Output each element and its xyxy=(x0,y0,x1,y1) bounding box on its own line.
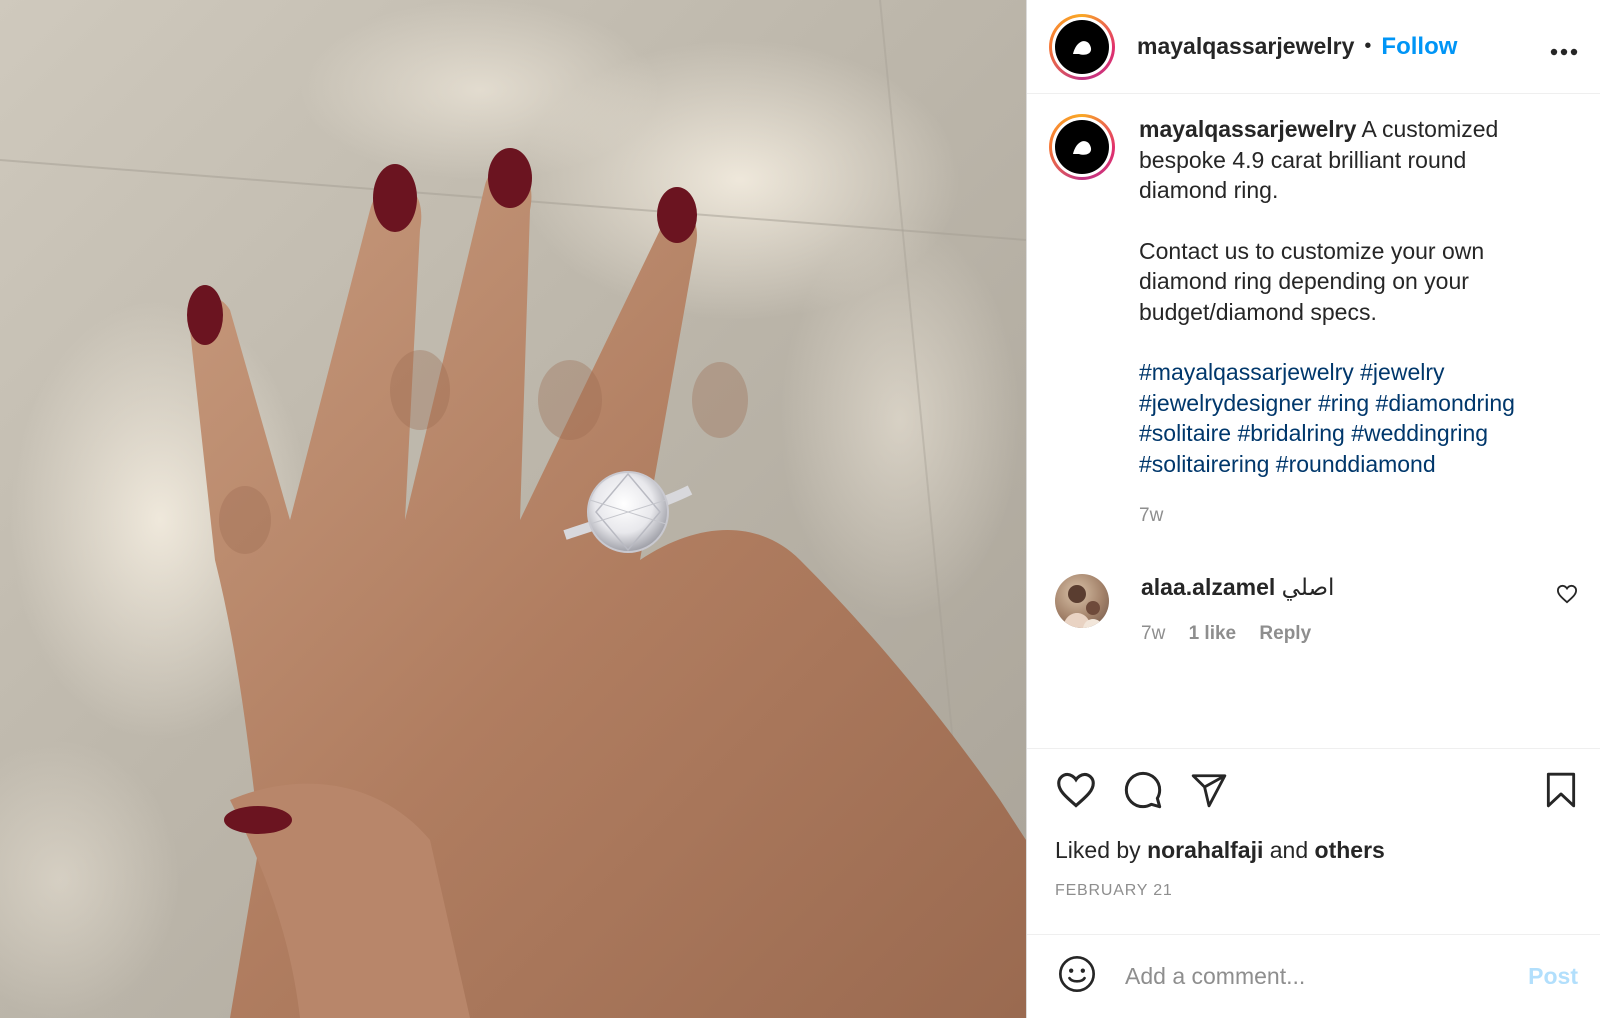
bookmark-icon xyxy=(1546,772,1576,807)
caption-body: mayalqassarjewelry A customized bespoke … xyxy=(1139,114,1559,532)
post-actions: Liked by norahalfaji and others FEBRUARY… xyxy=(1027,748,1600,934)
hashtag[interactable]: #weddingring xyxy=(1351,420,1488,446)
caption-avatar[interactable] xyxy=(1049,114,1115,180)
profile-avatar[interactable] xyxy=(1049,13,1115,80)
save-button[interactable] xyxy=(1544,771,1578,814)
hand-ring-illustration xyxy=(0,0,1026,1018)
comments-section[interactable]: mayalqassarjewelry A customized bespoke … xyxy=(1027,94,1600,748)
follow-button[interactable]: Follow xyxy=(1381,33,1457,61)
emoji-button[interactable] xyxy=(1057,954,1097,999)
hashtag[interactable]: #rounddiamond xyxy=(1276,451,1436,477)
emoji-icon xyxy=(1059,956,1095,992)
caption: mayalqassarjewelry A customized bespoke … xyxy=(1049,114,1578,532)
header-separator: • xyxy=(1364,35,1372,57)
header-username[interactable]: mayalqassarjewelry xyxy=(1137,33,1354,60)
likes-and: and xyxy=(1269,837,1309,863)
caption-hashtags: #mayalqassarjewelry #jewelry #jewelrydes… xyxy=(1139,357,1559,479)
brand-logo-icon xyxy=(1055,19,1109,74)
post-header: mayalqassarjewelry • Follow xyxy=(1027,0,1600,94)
hashtag[interactable]: #diamondring xyxy=(1376,390,1515,416)
reply-button[interactable]: Reply xyxy=(1259,623,1311,644)
post-date[interactable]: FEBRUARY 21 xyxy=(1055,882,1578,900)
heart-icon xyxy=(1057,772,1095,808)
comment-like-button[interactable] xyxy=(1556,584,1578,609)
hashtag[interactable]: #solitairering xyxy=(1139,451,1269,477)
hashtag[interactable]: #jewelry xyxy=(1360,359,1444,385)
comment-icon xyxy=(1124,771,1162,808)
commenter-avatar[interactable] xyxy=(1055,573,1109,628)
comment-input[interactable] xyxy=(1123,962,1529,991)
comment-time[interactable]: 7w xyxy=(1141,623,1165,644)
comment: alaa.alzamel اصلي 7w 1 like Reply xyxy=(1049,573,1578,645)
comment-username[interactable]: alaa.alzamel xyxy=(1141,574,1275,600)
add-comment-bar: Post xyxy=(1027,934,1600,1018)
caption-username[interactable]: mayalqassarjewelry xyxy=(1139,116,1356,142)
share-button[interactable] xyxy=(1189,771,1229,814)
post-comment-button[interactable]: Post xyxy=(1528,963,1578,990)
likes-summary: Liked by norahalfaji and others xyxy=(1055,837,1578,864)
like-button[interactable] xyxy=(1055,771,1097,814)
hashtag[interactable]: #bridalring xyxy=(1237,420,1344,446)
logo-glyph-icon xyxy=(1073,141,1092,155)
small-heart-icon xyxy=(1556,584,1578,603)
paper-plane-icon xyxy=(1191,773,1227,807)
likes-prefix: Liked by xyxy=(1055,837,1141,863)
more-options-button[interactable] xyxy=(1550,30,1578,64)
brand-logo-icon xyxy=(1055,120,1109,174)
hashtag[interactable]: #mayalqassarjewelry xyxy=(1139,359,1354,385)
liked-by-user[interactable]: norahalfaji xyxy=(1147,837,1263,863)
more-icon xyxy=(1550,48,1578,55)
hashtag[interactable]: #solitaire xyxy=(1139,420,1231,446)
hashtag[interactable]: #jewelrydesigner xyxy=(1139,390,1312,416)
likes-others-link[interactable]: others xyxy=(1315,837,1385,863)
caption-text-2: Contact us to customize your own diamond… xyxy=(1139,237,1485,325)
comment-meta: 7w 1 like Reply xyxy=(1141,623,1334,645)
logo-glyph-icon xyxy=(1073,40,1092,55)
post-sidebar: mayalqassarjewelry • Follow mayalqassarj… xyxy=(1026,0,1600,1018)
comment-likes[interactable]: 1 like xyxy=(1189,623,1237,644)
hashtag[interactable]: #ring xyxy=(1318,390,1369,416)
instagram-post: mayalqassarjewelry • Follow mayalqassarj… xyxy=(0,0,1600,1018)
comment-button[interactable] xyxy=(1123,770,1163,815)
comment-text: اصلي xyxy=(1281,573,1335,600)
avatar-photo-icon xyxy=(1063,584,1103,628)
post-photo[interactable] xyxy=(0,0,1026,1018)
caption-timestamp[interactable]: 7w xyxy=(1139,501,1559,532)
